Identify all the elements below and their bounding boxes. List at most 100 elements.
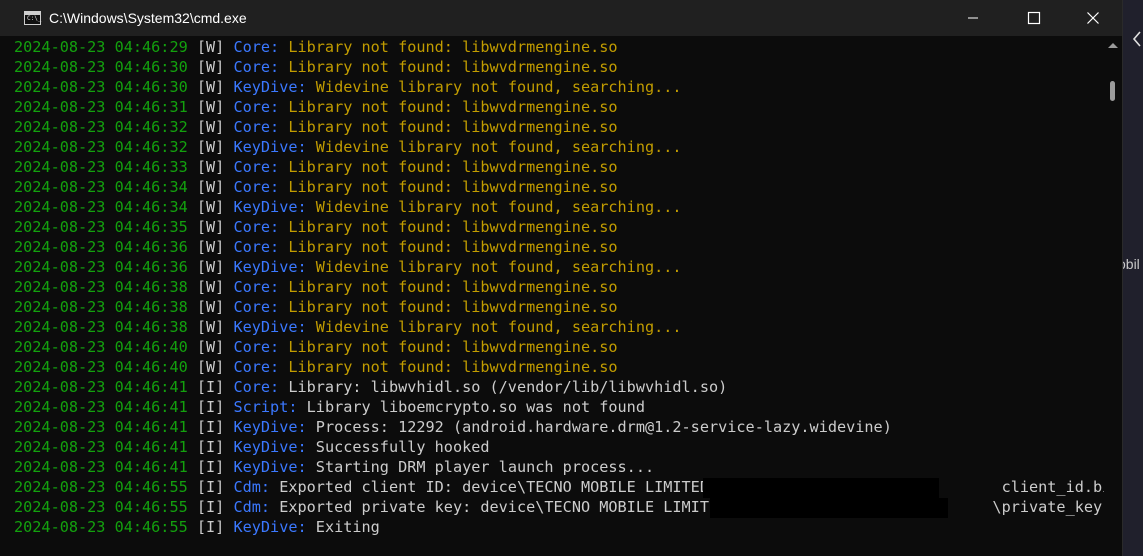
log-module: KeyDive: [233,458,307,476]
log-message: Library not found: libwvdrmengine.so [288,178,618,196]
log-message: Library: libwvhidl.so (/vendor/lib/libwv… [288,378,728,396]
log-message: Process: 12292 (android.hardware.drm@1.2… [315,418,892,436]
console-line: 2024-08-23 04:46:35 [W] Core: Library no… [14,217,1104,237]
log-timestamp: 2024-08-23 04:46:36 [14,258,188,276]
console-line: 2024-08-23 04:46:38 [W] Core: Library no… [14,297,1104,317]
console-line: 2024-08-23 04:46:32 [W] Core: Library no… [14,117,1104,137]
console-line: 2024-08-23 04:46:41 [I] KeyDive: Process… [14,417,1104,437]
log-module: KeyDive: [233,318,307,336]
log-module: Script: [233,398,298,416]
log-message: Library not found: libwvdrmengine.so [288,238,618,256]
log-level: [W] [196,178,225,196]
log-module: Core: [233,158,280,176]
log-level: [W] [196,78,225,96]
log-level: [W] [196,38,225,56]
console-line: 2024-08-23 04:46:41 [I] Script: Library … [14,397,1104,417]
log-level: [W] [196,98,225,116]
log-level: [I] [196,398,225,416]
console-output[interactable]: 2024-08-23 04:46:29 [W] Core: Library no… [14,37,1104,556]
scroll-thumb[interactable] [1110,81,1115,101]
cmd-icon[interactable]: C:\_ [24,11,41,25]
console-line: 2024-08-23 04:46:29 [W] Core: Library no… [14,37,1104,57]
console-line: 2024-08-23 04:46:32 [W] KeyDive: Widevin… [14,137,1104,157]
redaction-block [710,498,948,518]
log-message: Widevine library not found, searching... [315,258,682,276]
log-timestamp: 2024-08-23 04:46:55 [14,498,188,516]
log-timestamp: 2024-08-23 04:46:34 [14,178,188,196]
log-module: Core: [233,118,280,136]
console-line: 2024-08-23 04:46:40 [W] Core: Library no… [14,357,1104,377]
log-module: Core: [233,378,280,396]
log-level: [W] [196,318,225,336]
log-level: [W] [196,118,225,136]
log-message: Successfully hooked [315,438,490,456]
log-level: [I] [196,458,225,476]
log-level: [W] [196,198,225,216]
log-module: KeyDive: [233,518,307,536]
log-module: Core: [233,38,280,56]
log-message: Library not found: libwvdrmengine.so [288,38,618,56]
log-module: Cdm: [233,498,271,516]
title-bar[interactable]: C:\_ C:\Windows\System32\cmd.exe [0,0,1122,36]
log-module: Core: [233,238,280,256]
log-message: Library not found: libwvdrmengine.so [288,218,618,236]
chevron-left-icon [1132,31,1141,47]
log-timestamp: 2024-08-23 04:46:41 [14,458,188,476]
log-message: Exported private key: device\TECNO MOBIL… [279,498,1104,516]
log-timestamp: 2024-08-23 04:46:41 [14,418,188,436]
log-module: Core: [233,338,280,356]
log-level: [W] [196,58,225,76]
log-message: Widevine library not found, searching... [315,78,682,96]
console-line: 2024-08-23 04:46:31 [W] Core: Library no… [14,97,1104,117]
log-timestamp: 2024-08-23 04:46:38 [14,278,188,296]
minimize-button[interactable] [950,0,996,36]
log-timestamp: 2024-08-23 04:46:33 [14,158,188,176]
console-line: 2024-08-23 04:46:33 [W] Core: Library no… [14,157,1104,177]
close-icon [1087,12,1099,24]
console-line: 2024-08-23 04:46:41 [I] KeyDive: Startin… [14,457,1104,477]
console-line: 2024-08-23 04:46:38 [W] Core: Library no… [14,277,1104,297]
log-module: KeyDive: [233,258,307,276]
log-level: [W] [196,138,225,156]
close-button[interactable] [1070,0,1116,36]
console-line: 2024-08-23 04:46:55 [I] KeyDive: Exiting [14,517,1104,537]
log-level: [I] [196,518,225,536]
log-level: [W] [196,258,225,276]
log-timestamp: 2024-08-23 04:46:30 [14,78,188,96]
log-module: Core: [233,178,280,196]
log-timestamp: 2024-08-23 04:46:36 [14,238,188,256]
log-timestamp: 2024-08-23 04:46:38 [14,298,188,316]
cmd-window: C:\_ C:\Windows\System32\cmd.exe 2024-08… [0,0,1123,556]
log-message: Library not found: libwvdrmengine.so [288,118,618,136]
maximize-button[interactable] [1011,0,1057,36]
redaction-block [703,478,939,498]
log-timestamp: 2024-08-23 04:46:41 [14,438,188,456]
log-timestamp: 2024-08-23 04:46:40 [14,358,188,376]
log-module: Core: [233,98,280,116]
minimize-icon [968,17,978,19]
log-level: [I] [196,438,225,456]
log-module: KeyDive: [233,418,307,436]
log-message: Widevine library not found, searching... [315,318,682,336]
log-module: KeyDive: [233,198,307,216]
log-level: [I] [196,498,225,516]
log-level: [W] [196,238,225,256]
log-timestamp: 2024-08-23 04:46:41 [14,378,188,396]
console-line: 2024-08-23 04:46:41 [I] KeyDive: Success… [14,437,1104,457]
scroll-up-arrow-icon[interactable] [1108,43,1118,48]
log-message: Library not found: libwvdrmengine.so [288,338,618,356]
log-message: Widevine library not found, searching... [315,138,682,156]
log-message: Widevine library not found, searching... [315,198,682,216]
log-timestamp: 2024-08-23 04:46:30 [14,58,188,76]
vertical-scrollbar[interactable] [1104,37,1122,556]
log-message: Library not found: libwvdrmengine.so [288,58,618,76]
log-level: [W] [196,298,225,316]
log-module: Cdm: [233,478,271,496]
log-level: [W] [196,278,225,296]
console-line: 2024-08-23 04:46:41 [I] Core: Library: l… [14,377,1104,397]
maximize-icon [1027,11,1041,25]
log-message: Exiting [315,518,380,536]
log-module: Core: [233,58,280,76]
log-message: Library not found: libwvdrmengine.so [288,358,618,376]
console-line: 2024-08-23 04:46:36 [W] KeyDive: Widevin… [14,257,1104,277]
